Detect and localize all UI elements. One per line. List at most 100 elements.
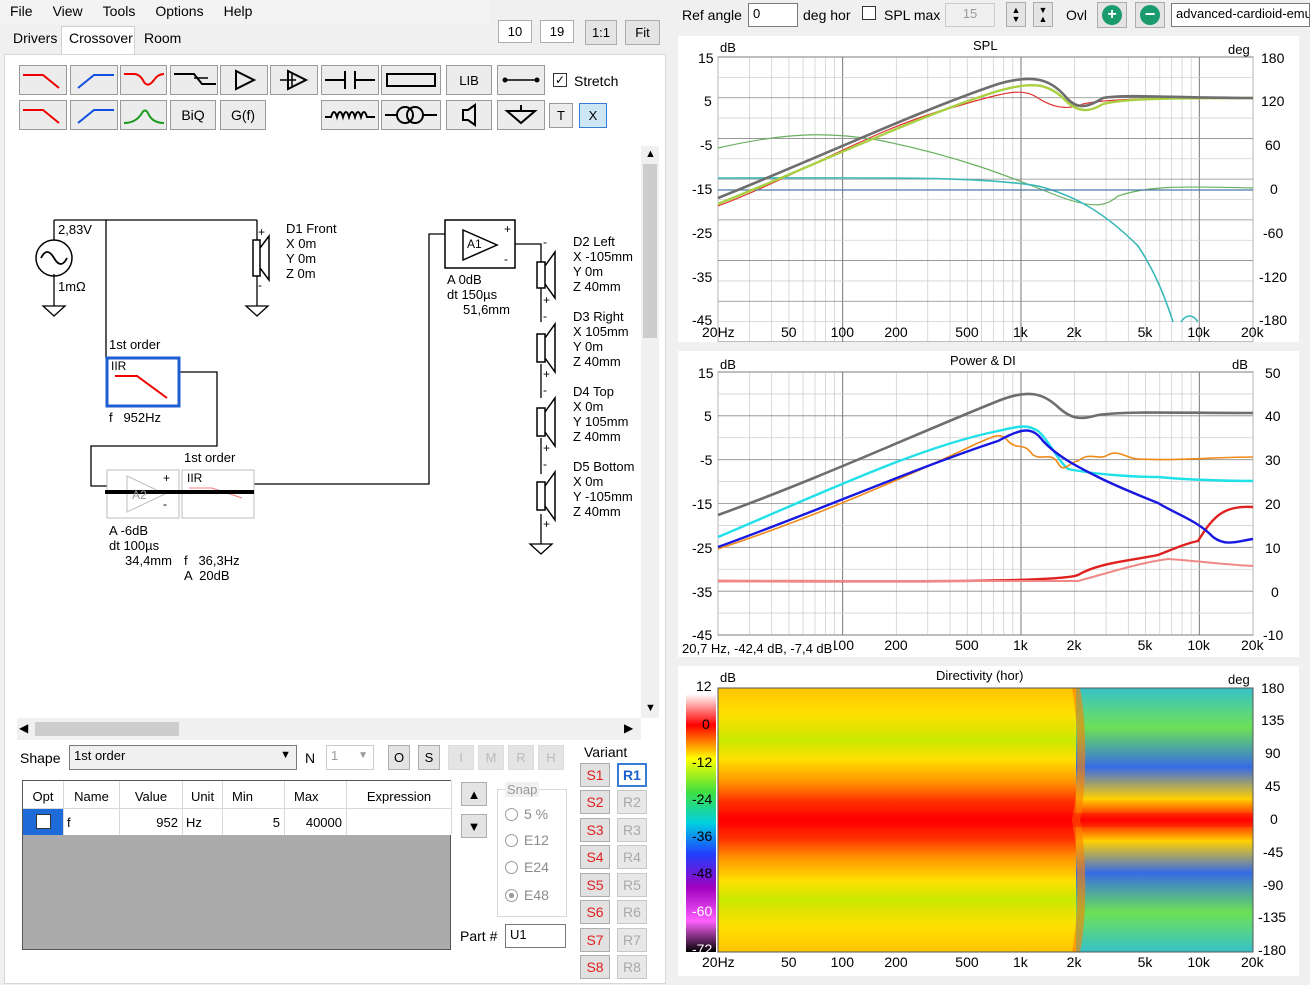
m-button[interactable]: M: [478, 745, 504, 770]
h-button[interactable]: H: [538, 745, 564, 770]
lowpass-2-icon[interactable]: [19, 100, 67, 130]
amplifier-icon[interactable]: [220, 65, 268, 95]
param-name[interactable]: f: [64, 809, 120, 835]
i-button[interactable]: I: [448, 745, 474, 770]
transformer-icon[interactable]: [381, 100, 441, 130]
zoom-19-button[interactable]: 19: [540, 20, 574, 43]
snap-5pct-radio[interactable]: 5 %: [505, 806, 548, 822]
menu-file[interactable]: File: [0, 0, 43, 24]
variant-s7-button[interactable]: S7: [580, 928, 610, 952]
horizontal-scroll-thumb[interactable]: [35, 722, 179, 736]
resistor-icon[interactable]: [381, 65, 441, 95]
param-max[interactable]: 40000: [285, 809, 347, 835]
ground-icon[interactable]: [497, 100, 545, 130]
preset-select[interactable]: advanced-cardioid-emu: [1171, 3, 1310, 27]
param-value[interactable]: 952: [120, 809, 183, 835]
variant-r2-button[interactable]: R2: [617, 790, 647, 814]
variant-r1-button[interactable]: R1: [617, 763, 647, 787]
part-number-input[interactable]: U1: [505, 924, 566, 948]
variant-s1-button[interactable]: S1: [580, 763, 610, 787]
variant-r8-button[interactable]: R8: [617, 955, 647, 979]
text-tool-button[interactable]: T: [549, 103, 573, 128]
param-unit[interactable]: Hz: [183, 809, 223, 835]
zoom-1to1-button[interactable]: 1:1: [585, 20, 617, 45]
snap-e48-radio[interactable]: E48: [505, 887, 549, 903]
variant-s8-button[interactable]: S8: [580, 955, 610, 979]
variant-r7-button[interactable]: R7: [617, 928, 647, 952]
buffer-amp-icon[interactable]: [270, 65, 318, 95]
directivity-chart[interactable]: Directivity (hor) dB deg 12 0 -12 -24 -3…: [678, 666, 1299, 976]
move-down-button[interactable]: ▼: [461, 814, 487, 838]
remove-overlay-button[interactable]: −: [1135, 2, 1165, 28]
spl-max-checkbox[interactable]: [862, 6, 876, 20]
snap-e12-radio[interactable]: E12: [505, 832, 549, 848]
a1-labels[interactable]: A 0dB dt 150µs 51,6mm: [447, 272, 510, 317]
capacitor-icon[interactable]: [321, 65, 379, 95]
wire-icon[interactable]: [497, 65, 545, 95]
table-row[interactable]: [23, 809, 64, 835]
d5-labels[interactable]: D5 Bottom X 0m Y -105mm Z 40mm: [573, 459, 634, 519]
menu-options[interactable]: Options: [145, 0, 213, 24]
d1-labels[interactable]: D1 Front X 0m Y 0m Z 0m: [286, 221, 337, 281]
variant-s3-button[interactable]: S3: [580, 818, 610, 842]
variant-s4-button[interactable]: S4: [580, 845, 610, 869]
highpass-1-icon[interactable]: [70, 65, 118, 95]
schematic-vertical-scrollbar[interactable]: ▲ ▼: [641, 146, 659, 718]
tab-crossover[interactable]: Crossover: [69, 30, 133, 46]
spin-updown-icon[interactable]: ▲ ▼: [1006, 2, 1026, 27]
scroll-down-icon[interactable]: ▼: [645, 702, 656, 714]
hourglass-icon[interactable]: ▼ ▲: [1033, 2, 1053, 27]
zoom-fit-button[interactable]: Fit: [625, 20, 660, 45]
menu-tools[interactable]: Tools: [93, 0, 146, 24]
biquad-button[interactable]: BiQ: [170, 100, 216, 130]
d3-labels[interactable]: D3 Right X 105mm Y 0m Z 40mm: [573, 309, 629, 369]
delete-tool-button[interactable]: X: [579, 103, 607, 128]
speaker-icon[interactable]: [446, 100, 492, 130]
variant-r5-button[interactable]: R5: [617, 873, 647, 897]
bandstop-icon[interactable]: [120, 65, 167, 95]
snap-e24-radio[interactable]: E24: [505, 859, 549, 875]
variant-s5-button[interactable]: S5: [580, 873, 610, 897]
schematic-canvas[interactable]: + - + - - + - + - + - + + - 2,83V 1mΩ D1 Front X…: [17, 146, 641, 718]
lowpass-1-icon[interactable]: [19, 65, 67, 95]
vertical-scroll-thumb[interactable]: [643, 164, 657, 338]
bandpass-icon[interactable]: [120, 100, 167, 130]
d4-labels[interactable]: D4 Top X 0m Y 105mm Z 40mm: [573, 384, 628, 444]
param-expression[interactable]: [347, 809, 452, 835]
inductor-icon[interactable]: [321, 100, 379, 130]
param-min[interactable]: 5: [223, 809, 285, 835]
o-button[interactable]: O: [388, 745, 410, 770]
menu-help[interactable]: Help: [214, 0, 263, 24]
a2-labels[interactable]: A -6dB dt 100µs 34,4mm: [109, 523, 172, 568]
scroll-up-icon[interactable]: ▲: [645, 148, 656, 160]
tab-drivers[interactable]: Drivers: [13, 30, 57, 46]
order-select[interactable]: 1 ▼: [326, 745, 374, 770]
d2-labels[interactable]: D2 Left X -105mm Y 0m Z 40mm: [573, 234, 633, 294]
tab-room[interactable]: Room: [144, 30, 181, 46]
variant-s2-button[interactable]: S2: [580, 790, 610, 814]
step-icon[interactable]: [170, 65, 218, 95]
transfer-function-button[interactable]: G(f): [220, 100, 266, 130]
opt-checkbox[interactable]: [35, 814, 51, 829]
menu-view[interactable]: View: [43, 0, 93, 24]
schematic-horizontal-scrollbar[interactable]: ◀ ▶: [17, 718, 641, 740]
s-button[interactable]: S: [418, 745, 440, 770]
variant-r6-button[interactable]: R6: [617, 900, 647, 924]
variant-s6-button[interactable]: S6: [580, 900, 610, 924]
zoom-10-button[interactable]: 10: [498, 20, 532, 43]
power-di-chart[interactable]: Power & DI dB dB 15 5 -5 -15 -25 -35 -45…: [678, 351, 1299, 657]
spl-max-input[interactable]: 15: [945, 3, 995, 27]
scroll-left-icon[interactable]: ◀: [19, 721, 28, 735]
variant-r3-button[interactable]: R3: [617, 818, 647, 842]
add-overlay-button[interactable]: +: [1097, 2, 1127, 28]
library-button[interactable]: LIB: [446, 65, 492, 95]
stretch-checkbox[interactable]: ✓: [553, 73, 567, 87]
variant-r4-button[interactable]: R4: [617, 845, 647, 869]
r-button[interactable]: R: [508, 745, 534, 770]
u2-labels[interactable]: f 36,3Hz A 20dB: [184, 523, 240, 613]
spl-chart[interactable]: SPL dB deg 15 5 -5 -15 -25 -35 -45 180 1…: [678, 36, 1299, 343]
shape-select[interactable]: 1st order ▼: [69, 745, 297, 770]
move-up-button[interactable]: ▲: [461, 782, 487, 806]
ref-angle-input[interactable]: 0: [748, 3, 798, 27]
highpass-2-icon[interactable]: [70, 100, 118, 130]
